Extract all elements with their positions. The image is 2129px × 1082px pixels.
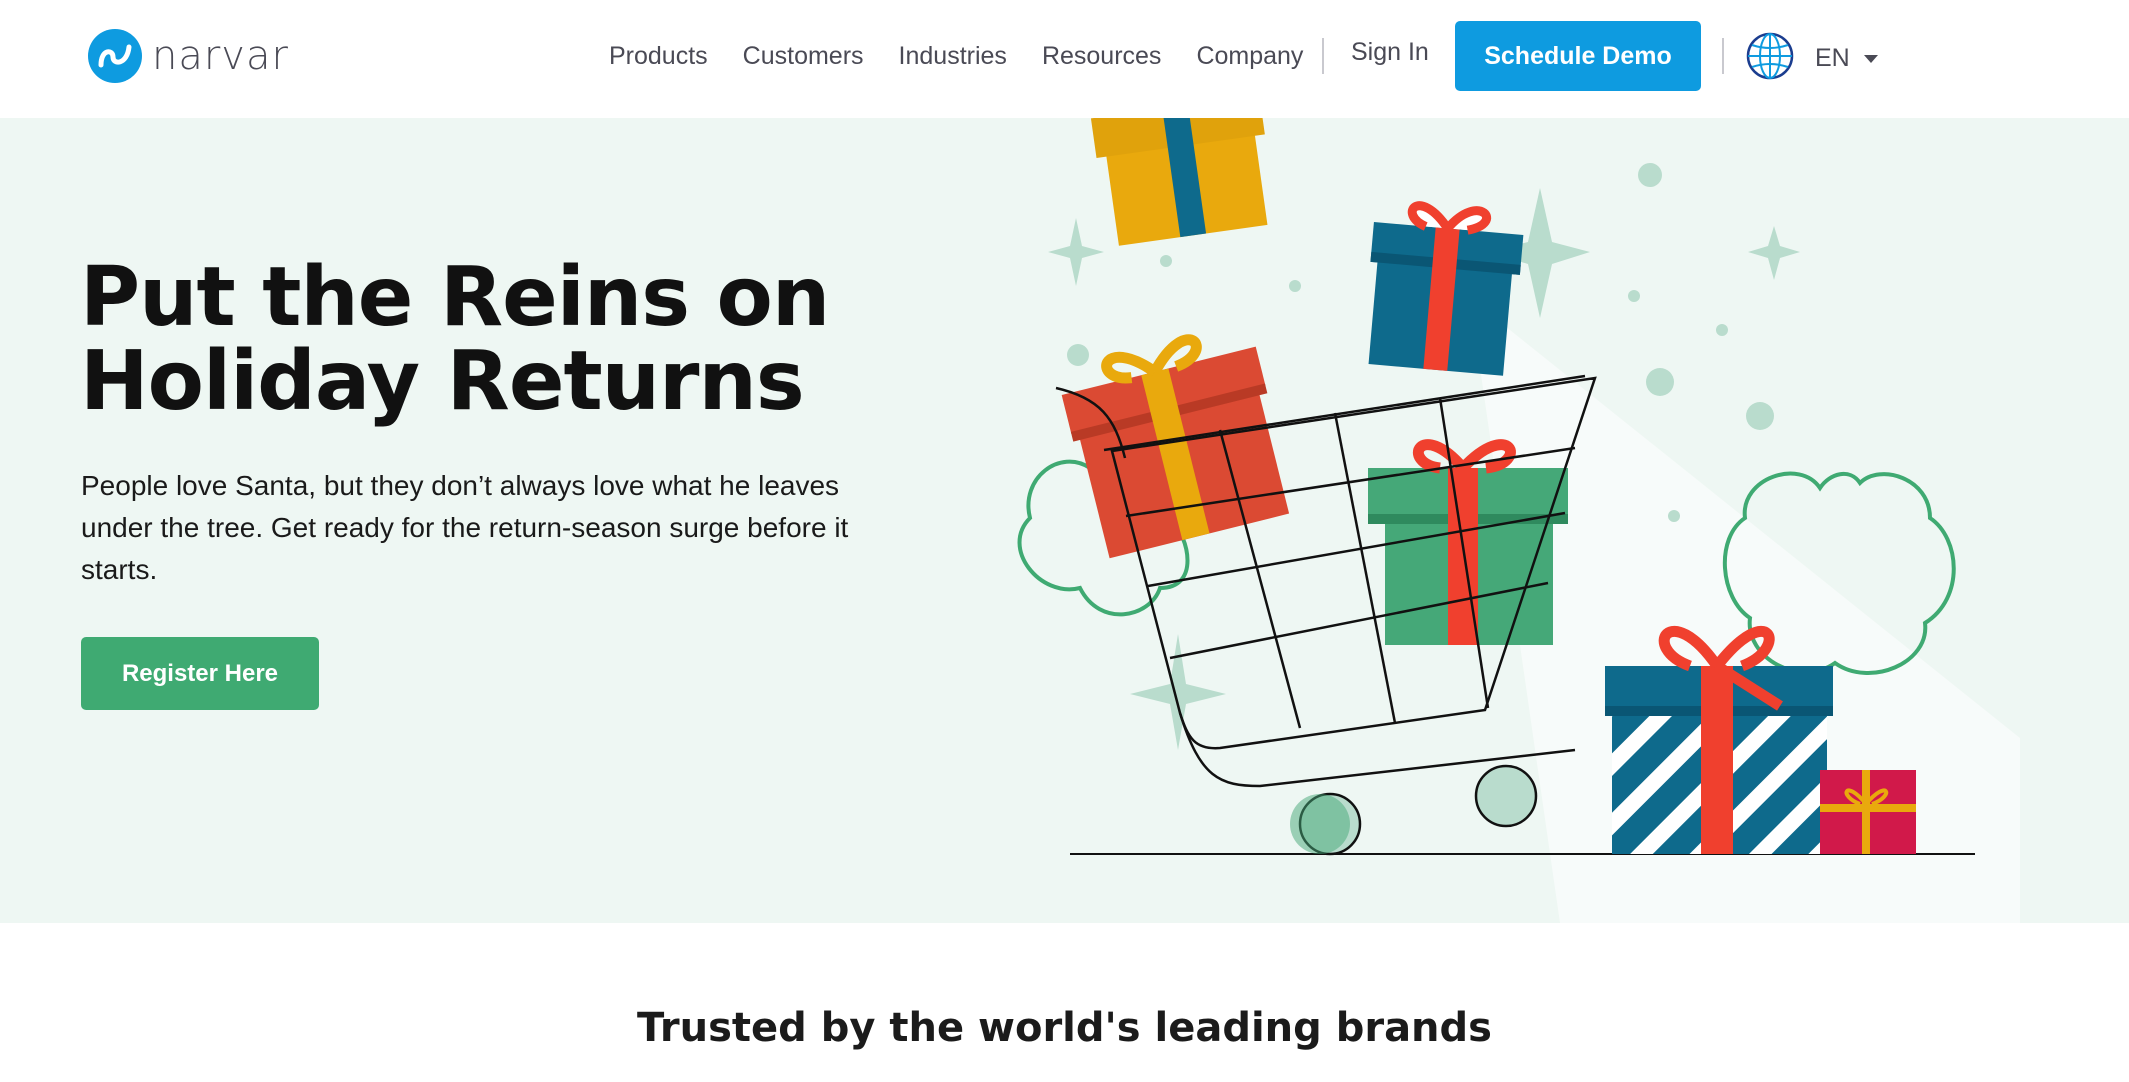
language-label: EN (1815, 44, 1850, 72)
hero-description: People love Santa, but they don’t always… (81, 470, 849, 585)
globe-icon (1745, 31, 1795, 86)
sign-in-link[interactable]: Sign In (1351, 38, 1429, 67)
main-nav: Products Customers Industries Resources … (609, 36, 1338, 76)
hero-title-line-1: Put the Reins on (80, 250, 830, 345)
nav-divider (1322, 38, 1324, 74)
logo-wordmark: narvar (152, 33, 289, 79)
language-selector[interactable]: EN (1745, 31, 1878, 86)
register-here-button[interactable]: Register Here (81, 637, 319, 710)
nav-resources[interactable]: Resources (1042, 42, 1162, 71)
nav-products[interactable]: Products (609, 42, 708, 71)
trusted-heading: Trusted by the world's leading brands (637, 1005, 1492, 1051)
schedule-demo-button[interactable]: Schedule Demo (1455, 21, 1701, 91)
site-header: narvar Products Customers Industries Res… (0, 0, 2129, 118)
narvar-logo[interactable]: narvar (88, 28, 289, 84)
nav-customers[interactable]: Customers (743, 42, 864, 71)
chevron-down-icon (1863, 54, 1878, 63)
hero-title-line-2: Holiday Returns (80, 334, 805, 429)
logo-mark-icon (88, 29, 142, 83)
nav-company[interactable]: Company (1196, 42, 1303, 71)
nav-divider (1722, 38, 1724, 74)
holiday-cart-illustration (1017, 118, 2020, 923)
nav-industries[interactable]: Industries (899, 42, 1007, 71)
hero-title: Put the Reins on Holiday Returns (80, 250, 830, 429)
hero-section: Put the Reins on Holiday Returns People … (0, 118, 2129, 923)
